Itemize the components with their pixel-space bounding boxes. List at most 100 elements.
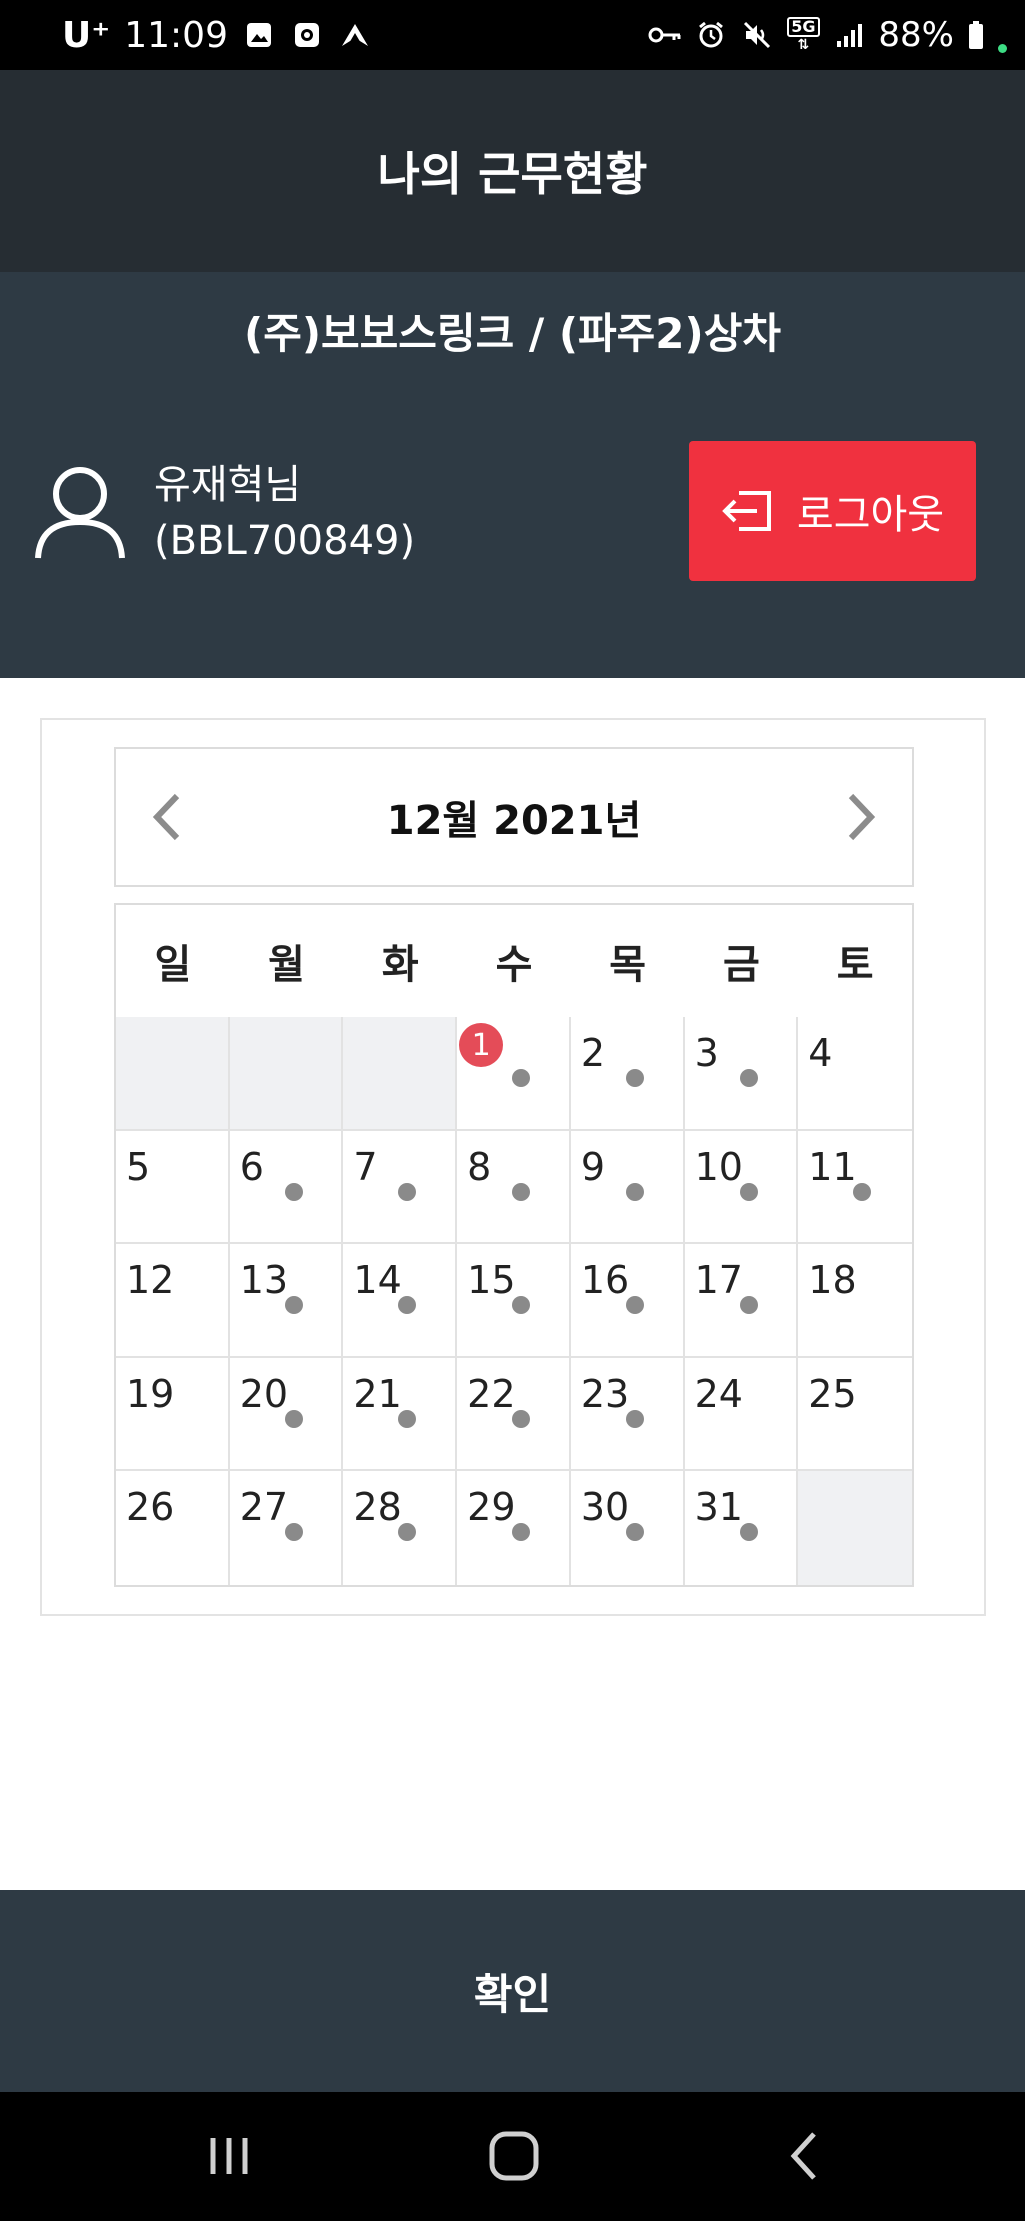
day-number: 12 — [126, 1258, 175, 1303]
day-cell[interactable]: 27 — [229, 1471, 344, 1585]
weekday-label: 목 — [609, 942, 647, 988]
clock: 11:09 — [124, 14, 228, 56]
work-record-dot — [739, 1296, 758, 1315]
day-badge: 1 — [459, 1023, 504, 1067]
user-icon — [34, 462, 126, 562]
day-cell[interactable]: 23 — [570, 1357, 685, 1472]
work-record-dot — [739, 1069, 758, 1087]
privacy-indicator-dot — [998, 43, 1007, 53]
day-cell[interactable]: 4 — [798, 1017, 912, 1131]
weekday-label: 일 — [154, 942, 192, 988]
day-number: 19 — [126, 1371, 175, 1416]
day-cell[interactable]: 20 — [229, 1357, 344, 1472]
day-cell[interactable]: 7 — [343, 1130, 458, 1245]
weekday-label: 화 — [381, 942, 419, 988]
empty-day-cell — [229, 1017, 344, 1131]
day-cell[interactable]: 19 — [116, 1357, 230, 1472]
weekday-label: 월 — [268, 942, 305, 988]
day-cell[interactable]: 26 — [116, 1471, 230, 1585]
day-cell[interactable]: 10 — [684, 1130, 799, 1245]
empty-day-cell — [116, 1017, 230, 1131]
work-record-dot — [398, 1296, 417, 1315]
day-number: 20 — [239, 1371, 289, 1416]
day-number: 2 — [580, 1031, 606, 1075]
work-record-dot — [284, 1182, 303, 1201]
day-cell[interactable]: 6 — [229, 1130, 344, 1245]
day-number: 25 — [808, 1371, 857, 1416]
work-record-dot — [512, 1182, 531, 1201]
day-cell[interactable]: 29 — [457, 1471, 571, 1585]
day-cell[interactable]: 31 — [684, 1471, 799, 1585]
battery-icon — [966, 18, 986, 52]
status-left: U⁺ 11:09 — [62, 0, 372, 70]
home-icon[interactable] — [482, 2126, 546, 2186]
next-month-button[interactable] — [832, 783, 892, 851]
confirm-button[interactable]: 확인 — [0, 1890, 1025, 2092]
day-number: 17 — [694, 1258, 743, 1303]
day-cell[interactable]: 28 — [343, 1471, 458, 1585]
day-cell[interactable]: 3 — [684, 1017, 799, 1131]
calendar-grid: 일월화수목금토 1 2 3 4 5 6 7 8 9 10 11 12 13 14 15 16 17 18 19 20 2… — [114, 903, 914, 1587]
day-cell[interactable]: 16 — [570, 1244, 685, 1358]
day-cell[interactable]: 21 — [343, 1357, 458, 1472]
day-number: 22 — [467, 1371, 516, 1416]
day-number: 21 — [353, 1371, 402, 1416]
empty-day-cell — [798, 1471, 912, 1585]
work-record-dot — [284, 1296, 303, 1315]
day-cell[interactable]: 1 — [457, 1017, 571, 1131]
battery-percent: 88% — [878, 15, 954, 55]
day-number: 24 — [694, 1371, 743, 1416]
day-number: 4 — [808, 1031, 833, 1075]
day-cell[interactable]: 25 — [798, 1357, 912, 1472]
day-cell[interactable]: 15 — [457, 1244, 571, 1358]
day-number: 18 — [808, 1258, 857, 1303]
signal-icon — [832, 18, 866, 52]
day-cell[interactable]: 22 — [457, 1357, 571, 1472]
day-number: 13 — [239, 1258, 289, 1303]
user-section: (주)보보스링크 / (파주2)상차 유재혁님 (BBL700849) 로그아웃 — [0, 272, 1025, 678]
day-cell[interactable]: 8 — [457, 1130, 571, 1245]
day-cell[interactable]: 11 — [798, 1130, 912, 1245]
day-cell[interactable]: 12 — [116, 1244, 230, 1358]
company-name: (주)보보스링크 / (파주2)상차 — [244, 309, 781, 358]
day-number: 11 — [808, 1144, 857, 1189]
day-cell[interactable]: 30 — [570, 1471, 685, 1585]
day-cell[interactable]: 18 — [798, 1244, 912, 1358]
weekday-header-row: 일월화수목금토 — [116, 905, 912, 1019]
work-record-dot — [398, 1182, 417, 1201]
5g-icon: 5G ⇅ — [786, 17, 820, 53]
alarm-icon — [694, 18, 728, 52]
work-record-dot — [512, 1409, 531, 1428]
weekday-label: 토 — [836, 942, 874, 988]
app-header: 나의 근무현황 — [0, 70, 1025, 272]
day-number: 5 — [126, 1144, 151, 1189]
logout-icon — [721, 489, 773, 533]
user-name: 유재혁님 — [154, 462, 302, 508]
day-number: 27 — [239, 1485, 289, 1530]
back-icon[interactable] — [772, 2126, 836, 2186]
day-number: 23 — [580, 1371, 630, 1416]
logout-button[interactable]: 로그아웃 — [689, 441, 976, 581]
day-number: 28 — [353, 1485, 402, 1530]
day-number: 26 — [126, 1485, 175, 1530]
work-record-dot — [398, 1523, 417, 1542]
confirm-label: 확인 — [473, 1969, 552, 2019]
recent-apps-icon[interactable] — [197, 2126, 261, 2186]
work-record-dot — [625, 1182, 644, 1201]
carrier-label: U⁺ — [62, 14, 111, 56]
day-cell[interactable]: 17 — [684, 1244, 799, 1358]
day-number: 29 — [467, 1485, 516, 1530]
day-cell[interactable]: 5 — [116, 1130, 230, 1245]
work-record-dot — [739, 1182, 758, 1201]
work-record-dot — [284, 1523, 303, 1542]
day-cell[interactable]: 14 — [343, 1244, 458, 1358]
day-number: 6 — [239, 1144, 264, 1189]
day-cell[interactable]: 13 — [229, 1244, 344, 1358]
day-number: 15 — [467, 1258, 516, 1303]
day-cell[interactable]: 2 — [570, 1017, 685, 1131]
day-cell[interactable]: 9 — [570, 1130, 685, 1245]
prev-month-button[interactable] — [136, 783, 196, 851]
month-title: 12월 2021년 — [386, 798, 642, 844]
day-cell[interactable]: 24 — [684, 1357, 799, 1472]
network-type-label: 5G — [787, 17, 820, 37]
